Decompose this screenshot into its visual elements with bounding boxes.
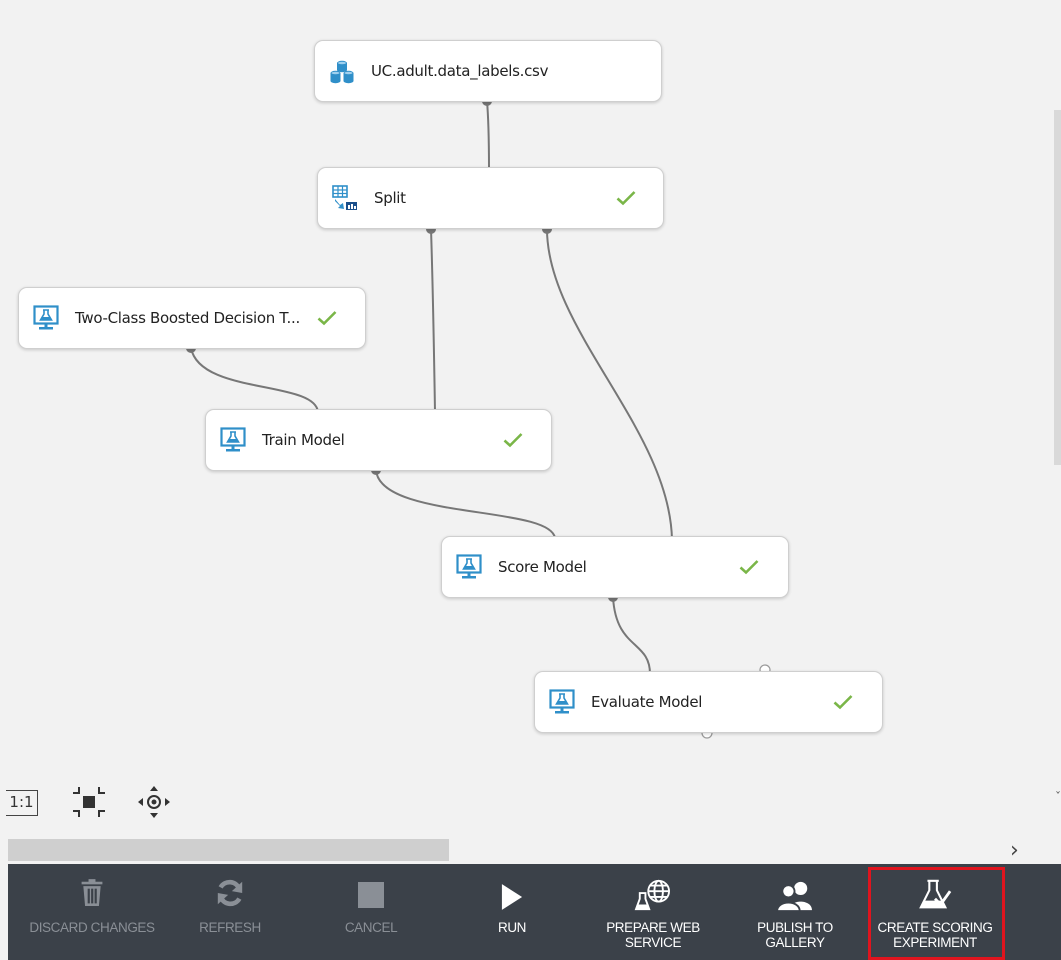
pan-icon[interactable] xyxy=(136,784,172,820)
ml-module-icon xyxy=(220,427,246,452)
module-label: Split xyxy=(374,189,406,207)
actual-size-label: 1:1 xyxy=(9,793,34,811)
module-label: Score Model xyxy=(498,558,587,576)
web-service-icon xyxy=(634,879,670,911)
cancel-label: CANCEL xyxy=(344,920,398,935)
publish-to-gallery-button[interactable]: PUBLISH TO GALLERY xyxy=(743,864,847,960)
horizontal-scrollbar-thumb[interactable] xyxy=(8,839,449,861)
wire-split-train xyxy=(430,228,436,413)
scroll-down-icon[interactable]: ˇ xyxy=(1055,790,1061,804)
split-data-icon xyxy=(332,185,357,210)
stop-icon xyxy=(358,882,384,908)
completed-check-icon xyxy=(317,311,337,326)
completed-check-icon xyxy=(833,695,853,710)
module-train-model[interactable]: Train Model xyxy=(205,409,552,471)
completed-check-icon xyxy=(616,191,636,206)
wire-split-score xyxy=(546,228,673,541)
wire-dataset-split xyxy=(486,100,490,171)
module-boosted-decision-tree[interactable]: Two-Class Boosted Decision T... xyxy=(18,287,366,349)
experiment-canvas[interactable]: UC.adult.data_labels.csv Split Two-Class… xyxy=(0,0,1061,960)
highlight-box xyxy=(868,867,1005,960)
ml-module-icon xyxy=(549,689,575,714)
vertical-scrollbar[interactable] xyxy=(1054,110,1061,465)
actual-size-button[interactable]: 1:1 xyxy=(6,790,38,816)
completed-check-icon xyxy=(739,560,759,575)
wire-boosted-train xyxy=(190,347,319,413)
refresh-label: REFRESH xyxy=(199,920,261,935)
module-score-model[interactable]: Score Model xyxy=(441,536,789,598)
fit-to-screen-icon[interactable] xyxy=(71,784,107,820)
discard-changes-label: DISCARD CHANGES xyxy=(29,920,155,935)
play-icon xyxy=(501,884,523,910)
dataset-icon xyxy=(330,60,354,84)
prepare-web-service-label: PREPARE WEB SERVICE xyxy=(606,920,700,950)
users-icon xyxy=(776,881,812,912)
module-dataset[interactable]: UC.adult.data_labels.csv xyxy=(314,40,662,102)
refresh-button[interactable]: REFRESH xyxy=(178,864,282,960)
zoom-toolbar: 1:1 xyxy=(0,780,200,820)
refresh-icon xyxy=(217,879,243,907)
module-split[interactable]: Split xyxy=(317,167,664,229)
wire-score-evaluate xyxy=(612,596,651,675)
discard-changes-button[interactable]: DISCARD CHANGES xyxy=(22,864,162,960)
trash-icon xyxy=(81,879,103,906)
run-button[interactable]: RUN xyxy=(463,864,561,960)
module-label: Two-Class Boosted Decision T... xyxy=(75,309,300,327)
module-label: Train Model xyxy=(262,431,345,449)
completed-check-icon xyxy=(503,433,523,448)
module-label: Evaluate Model xyxy=(591,693,703,711)
scroll-right-icon[interactable]: › xyxy=(1010,838,1030,863)
ml-module-icon xyxy=(33,305,59,330)
module-evaluate-model[interactable]: Evaluate Model xyxy=(534,671,883,733)
prepare-web-service-button[interactable]: PREPARE WEB SERVICE xyxy=(593,864,713,960)
cancel-button[interactable]: CANCEL xyxy=(322,864,420,960)
wire-train-score xyxy=(375,469,556,539)
run-label: RUN xyxy=(497,920,527,935)
publish-to-gallery-label: PUBLISH TO GALLERY xyxy=(757,920,833,950)
module-label: UC.adult.data_labels.csv xyxy=(371,62,549,80)
ml-module-icon xyxy=(456,554,482,579)
